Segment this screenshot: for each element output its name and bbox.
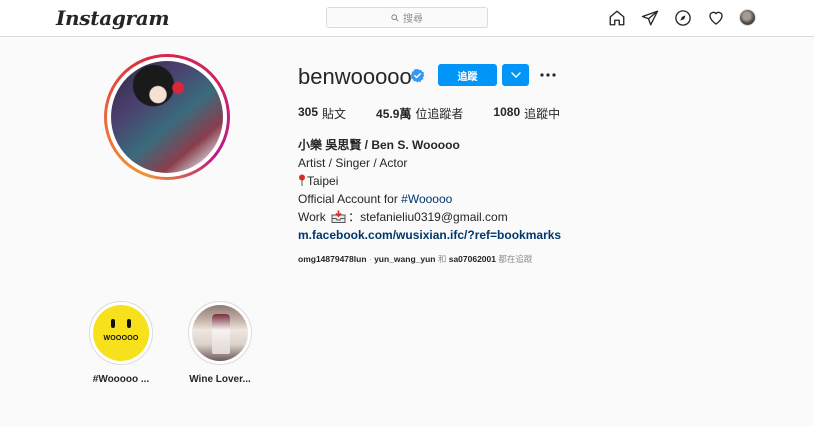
smiley-badge-text: WOOOOO — [103, 334, 139, 342]
followed-by[interactable]: omg14879478lun · yun_wang_yun 和 sa070620… — [298, 253, 532, 265]
following-label: 追蹤中 — [524, 107, 561, 121]
home-icon[interactable] — [607, 8, 626, 27]
followers-count: 45.9萬 — [376, 107, 412, 121]
more-options-icon — [540, 73, 556, 77]
and-text: 和 — [435, 254, 449, 264]
suggested-dropdown-button[interactable] — [502, 64, 529, 86]
profile-avatar-story-ring[interactable] — [104, 54, 230, 180]
smiley-eye-right — [127, 318, 131, 328]
location-text: Taipei — [307, 174, 339, 188]
search-icon — [391, 13, 399, 22]
highlight-label: Wine Lover... — [189, 374, 251, 385]
highlight-wooooo[interactable]: WOOOOO #Wooooo ... — [89, 301, 153, 385]
profile-full-name: 小樂 吳思賢 / Ben S. Wooooo — [298, 138, 460, 152]
profile-avatar — [111, 61, 223, 173]
work-prefix: Work — [298, 210, 326, 224]
nav-icons — [607, 8, 756, 27]
user-avatar[interactable] — [739, 9, 756, 26]
followed-by-suffix: 都在追蹤 — [496, 254, 533, 264]
following-count: 1080 — [493, 105, 521, 119]
bio-official: Official Account for #Wooooo — [298, 190, 561, 208]
search-placeholder: 搜尋 — [403, 14, 423, 25]
smiley-face-icon: WOOOOO — [93, 305, 149, 361]
profile-stats: 305 貼文 45.9萬 位追蹤者 1080 追蹤中 — [298, 105, 590, 122]
verified-badge-icon — [410, 68, 425, 83]
profile-bio: 小樂 吳思賢 / Ben S. Wooooo Artist / Singer /… — [298, 136, 561, 244]
posts-count: 305 — [298, 105, 319, 119]
posts-label: 貼文 — [322, 107, 347, 121]
instagram-logo[interactable]: Instagram — [56, 6, 170, 30]
explore-icon[interactable] — [673, 8, 692, 27]
highlight-wine-lover[interactable]: Wine Lover... — [188, 301, 252, 385]
wine-bottle-icon — [212, 314, 230, 354]
follower-user2: yun_wang_yun — [374, 254, 436, 264]
following-stat[interactable]: 1080 追蹤中 — [493, 105, 560, 122]
follow-button[interactable]: 追蹤 — [438, 64, 497, 86]
direct-icon[interactable] — [640, 8, 659, 27]
activity-icon[interactable] — [706, 8, 725, 27]
bio-location: Taipei — [298, 172, 561, 190]
profile-username: benwooooo — [298, 64, 412, 89]
hashtag-link[interactable]: #Wooooo — [401, 192, 452, 206]
follower-user1: omg14879478lun — [298, 254, 367, 264]
inbox-tray-icon — [331, 210, 346, 223]
followers-stat[interactable]: 45.9萬 位追蹤者 — [376, 105, 463, 122]
search-input[interactable]: 搜尋 — [326, 7, 488, 28]
followers-label: 位追蹤者 — [415, 107, 464, 121]
highlight-ring: WOOOOO — [89, 301, 153, 365]
smiley-eyes — [111, 318, 131, 328]
highlight-ring — [188, 301, 252, 365]
follower-user3: sa07062001 — [448, 254, 496, 264]
top-nav-bar: Instagram 搜尋 — [0, 0, 814, 37]
chevron-down-icon — [510, 72, 521, 78]
profile-avatar-border — [107, 57, 227, 177]
separator: · — [366, 254, 375, 264]
posts-stat: 305 貼文 — [298, 105, 346, 122]
pushpin-icon — [299, 174, 305, 186]
smiley-eye-left — [111, 318, 115, 328]
profile-external-link[interactable]: m.facebook.com/wusixian.ifc/?ref=bookmar… — [298, 226, 561, 244]
wine-bottle-thumbnail — [192, 305, 248, 361]
highlight-label: #Wooooo ... — [92, 374, 150, 385]
more-options-button[interactable] — [538, 67, 558, 83]
bio-work: Work ：stefanieliu0319@gmail.com — [298, 208, 561, 226]
work-email: ：stefanieliu0319@gmail.com — [348, 210, 508, 224]
bio-line: Artist / Singer / Actor — [298, 156, 408, 170]
official-prefix: Official Account for — [298, 192, 402, 206]
